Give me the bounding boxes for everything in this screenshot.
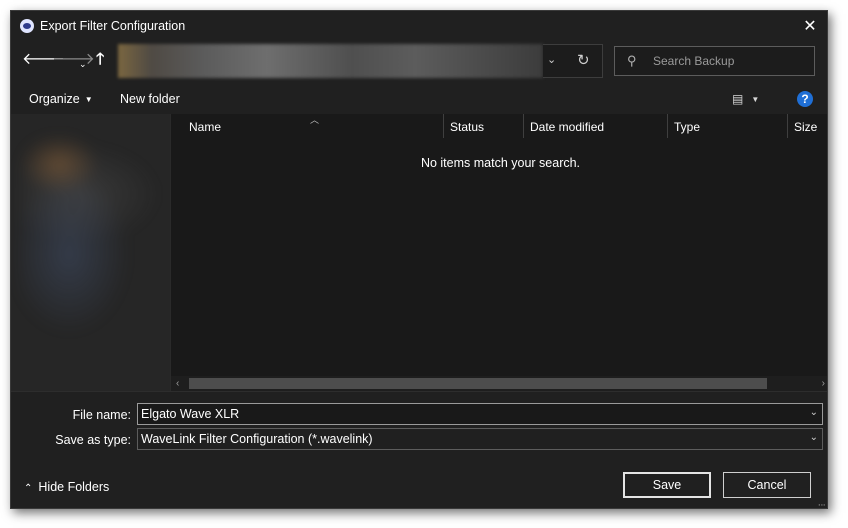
organize-label: Organize <box>29 92 80 106</box>
command-bar: Organize ▼ New folder ▤ ▼ ? <box>11 86 827 114</box>
navigation-bar: 🡐 🡒 ⌄ 🡑 ⌄ ↻ ⚲ <box>11 41 827 81</box>
empty-list-message: No items match your search. <box>420 156 581 170</box>
search-box[interactable]: ⚲ <box>614 46 815 76</box>
address-dropdown-icon[interactable]: ⌄ <box>547 53 556 66</box>
file-name-label: File name: <box>72 408 131 422</box>
file-name-combobox[interactable]: ⌄ <box>137 403 823 425</box>
help-icon[interactable]: ? <box>797 91 813 107</box>
column-header-name[interactable]: Name <box>183 114 444 138</box>
change-view-button[interactable]: ▤ ▼ <box>732 92 759 106</box>
details-view-icon: ▤ <box>732 92 744 106</box>
forward-arrow-icon[interactable]: 🡒 <box>52 51 95 69</box>
hide-folders-label: Hide Folders <box>38 480 110 494</box>
window-title: Export Filter Configuration <box>40 19 186 33</box>
hide-folders-button[interactable]: ⌃ Hide Folders <box>24 480 109 494</box>
column-header-row: ︿ Name Status Date modified Type Size <box>171 114 827 138</box>
chevron-down-icon: ▼ <box>84 95 93 104</box>
file-name-input[interactable] <box>141 406 781 422</box>
export-dialog: Export Filter Configuration ✕ 🡐 🡒 ⌄ 🡑 ⌄ … <box>10 10 828 509</box>
address-controls: ⌄ ↻ <box>543 44 603 78</box>
save-form: File name: ⌄ Save as type: WaveLink Filt… <box>11 391 827 508</box>
scrollbar-thumb[interactable] <box>189 378 767 389</box>
organize-menu[interactable]: Organize ▼ <box>29 92 93 106</box>
search-input[interactable] <box>653 51 808 71</box>
horizontal-scrollbar[interactable]: ‹ › <box>171 376 827 391</box>
column-header-type[interactable]: Type <box>668 114 788 138</box>
close-button[interactable]: ✕ <box>793 11 827 41</box>
title-bar: Export Filter Configuration ✕ <box>11 11 827 41</box>
app-icon <box>20 19 34 33</box>
save-as-type-value: WaveLink Filter Configuration (*.wavelin… <box>141 432 373 446</box>
address-bar[interactable] <box>118 44 543 78</box>
chevron-up-icon: ⌃ <box>24 483 33 494</box>
column-header-status[interactable]: Status <box>444 114 524 138</box>
save-button[interactable]: Save <box>623 472 711 498</box>
new-folder-button[interactable]: New folder <box>120 92 180 106</box>
recent-locations-chevron-icon[interactable]: ⌄ <box>79 55 87 73</box>
search-icon: ⚲ <box>627 53 637 68</box>
column-header-date-modified[interactable]: Date modified <box>524 114 668 138</box>
chevron-down-icon[interactable]: ⌄ <box>810 432 818 443</box>
blurred-navigation-items <box>19 124 159 344</box>
save-as-type-label: Save as type: <box>55 433 131 447</box>
chevron-down-icon[interactable]: ⌄ <box>810 407 818 418</box>
chevron-down-icon: ▼ <box>751 95 760 104</box>
scroll-right-icon[interactable]: › <box>822 376 825 391</box>
column-header-size[interactable]: Size <box>788 114 827 138</box>
navigation-pane[interactable] <box>11 114 170 391</box>
resize-grip-icon[interactable]: ⠠⠤ <box>815 499 826 508</box>
cancel-button[interactable]: Cancel <box>723 472 811 498</box>
save-as-type-select[interactable]: WaveLink Filter Configuration (*.wavelin… <box>137 428 823 450</box>
refresh-icon[interactable]: ↻ <box>577 51 590 69</box>
up-arrow-icon[interactable]: 🡑 <box>96 51 104 69</box>
scroll-left-icon[interactable]: ‹ <box>176 376 179 391</box>
file-list[interactable]: ︿ Name Status Date modified Type Size No… <box>170 114 827 391</box>
